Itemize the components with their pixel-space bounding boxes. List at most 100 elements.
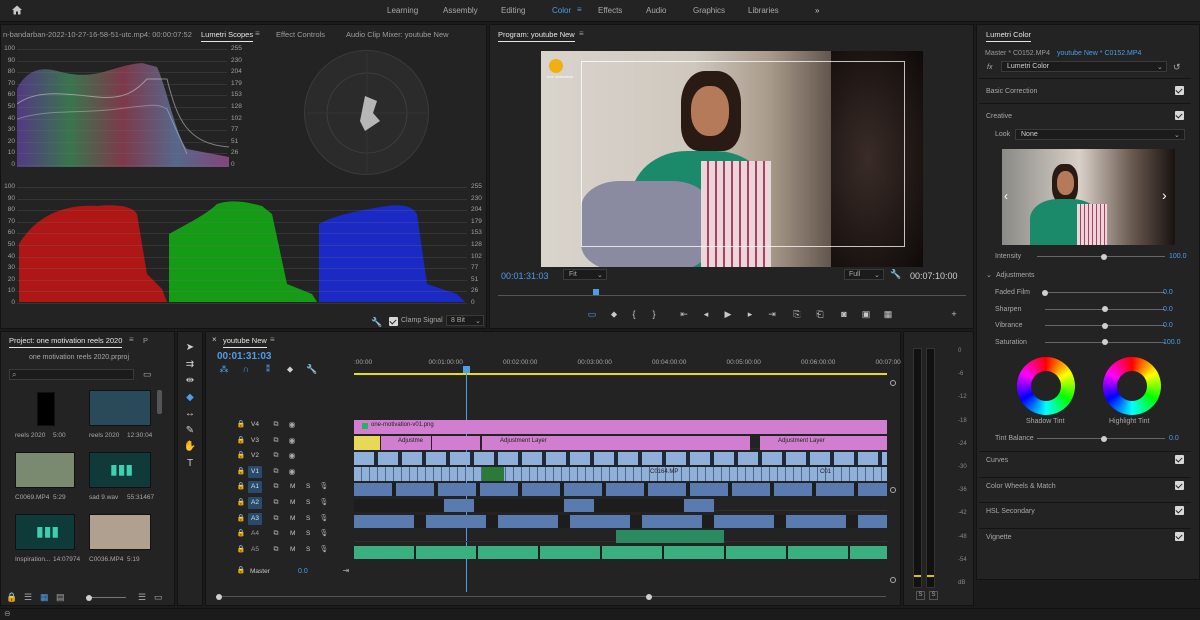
lumetri-section-checkbox[interactable] <box>1175 480 1184 490</box>
intensity-value[interactable]: 100.0 <box>1169 253 1187 260</box>
tab-effect-controls[interactable]: Effect Controls <box>276 30 325 39</box>
step-forward-icon[interactable]: ▸ <box>743 308 757 320</box>
add-button-icon[interactable]: + <box>947 308 961 320</box>
tab-source[interactable]: n-bandarban-2022-10-27-16-58-51-utc.mp4:… <box>3 30 192 39</box>
workspace-learning[interactable]: Learning <box>387 6 418 15</box>
tint-balance-slider[interactable] <box>1037 435 1165 442</box>
multicam-icon[interactable]: ▦ <box>881 308 895 320</box>
solo-button[interactable]: S <box>306 546 310 553</box>
project-search-input[interactable]: ⌕ <box>9 369 134 380</box>
sync-lock-icon[interactable]: ⧉ <box>270 513 282 525</box>
settings-wrench-icon[interactable]: 🔧 <box>305 363 319 375</box>
step-back-icon[interactable]: ◂ <box>699 308 713 320</box>
freeform-view-icon[interactable]: ▤ <box>56 591 65 603</box>
effect-select[interactable]: Lumetri Color ⌄ <box>1001 61 1167 72</box>
folder-icon[interactable]: ▭ <box>154 591 163 603</box>
workspace-effects[interactable]: Effects <box>598 6 622 15</box>
slider-knob[interactable] <box>1102 306 1108 312</box>
basic-correction-checkbox[interactable] <box>1175 86 1184 95</box>
clip-v3-yellow[interactable] <box>354 436 380 450</box>
slip-tool-icon[interactable]: ↔ <box>183 408 197 420</box>
clip-a5-strip[interactable] <box>354 546 887 559</box>
wrench-icon[interactable]: 🔧 <box>371 316 382 328</box>
project-item-thumbnail[interactable] <box>15 452 75 488</box>
track-target-button[interactable]: A3 <box>248 512 262 525</box>
eye-icon[interactable]: ◉ <box>286 466 298 478</box>
lumetri-section-header[interactable]: Color Wheels & Match <box>986 483 1056 490</box>
razor-tool-icon[interactable]: ◆ <box>183 392 197 404</box>
wrench-icon[interactable]: 🔧 <box>890 268 901 280</box>
clip-v4[interactable] <box>354 420 887 434</box>
program-scrub-bar[interactable] <box>498 295 966 296</box>
track-select-icon[interactable]: ⇉ <box>183 359 197 371</box>
track-target-button[interactable]: A5 <box>248 544 262 556</box>
solo-button[interactable]: S <box>306 499 310 506</box>
playhead-handle[interactable] <box>463 366 470 373</box>
panel-menu-icon[interactable]: ≡ <box>270 335 275 344</box>
master-clip-label[interactable]: Master * C0152.MP4 <box>985 50 1050 57</box>
project-item-thumbnail[interactable] <box>89 514 151 550</box>
track-lock-icon[interactable]: 🔒 <box>236 528 246 540</box>
adjustment-slider-value[interactable]: 0.0 <box>1163 289 1173 296</box>
timeline-vscroll-mid[interactable] <box>890 487 896 493</box>
eye-icon[interactable]: ◉ <box>286 435 298 447</box>
slider-knob[interactable] <box>1102 322 1108 329</box>
workspace-assembly[interactable]: Assembly <box>443 6 478 15</box>
shadow-tint-wheel[interactable] <box>1017 357 1075 415</box>
sync-lock-icon[interactable]: ⧉ <box>270 481 282 493</box>
panel-menu-icon[interactable]: ≡ <box>255 29 260 38</box>
icon-view-icon[interactable]: ▦ <box>40 591 49 603</box>
track-target-button[interactable]: V3 <box>248 435 262 447</box>
clamp-signal-checkbox[interactable] <box>389 317 398 326</box>
master-lock-icon[interactable]: 🔒 <box>236 565 246 577</box>
adjustment-slider[interactable] <box>1045 339 1165 345</box>
new-bin-icon[interactable]: ▭ <box>143 368 152 380</box>
mute-button[interactable]: M <box>290 499 295 506</box>
out-bracket-icon[interactable]: } <box>647 308 661 320</box>
track-target-button[interactable]: A1 <box>248 481 262 494</box>
zoom-select[interactable]: Fit ⌄ <box>563 269 607 280</box>
lock-icon[interactable]: 🔒 <box>6 591 17 603</box>
clip-v1-strip[interactable] <box>354 467 887 481</box>
sync-lock-icon[interactable]: ⧉ <box>270 528 282 540</box>
type-tool-icon[interactable]: T <box>183 458 197 470</box>
program-timecode[interactable]: 00:01:31:03 <box>501 271 549 281</box>
adjustment-slider-value[interactable]: 0.0 <box>1163 306 1173 313</box>
jump-to-end-icon[interactable]: ⇥ <box>340 565 352 577</box>
clip-a3-strip[interactable] <box>354 515 887 528</box>
tab-lumetri-scopes[interactable]: Lumetri Scopes <box>201 30 254 42</box>
chevron-left-icon[interactable]: ‹ <box>1004 189 1008 203</box>
compare-icon[interactable]: ▣ <box>859 308 873 320</box>
go-to-in-icon[interactable]: ⇤ <box>677 308 691 320</box>
workspace-menu-icon[interactable]: ≡ <box>577 5 582 14</box>
panel-menu-icon[interactable]: ≡ <box>579 29 584 38</box>
hand-tool-icon[interactable]: ✋ <box>183 441 197 453</box>
in-bracket-icon[interactable]: { <box>627 308 641 320</box>
workspace-graphics[interactable]: Graphics <box>693 6 725 15</box>
creative-header[interactable]: Creative <box>986 113 1012 120</box>
extract-icon[interactable]: ⎗ <box>813 308 827 320</box>
clip-a1-strip[interactable] <box>354 483 887 496</box>
sync-lock-icon[interactable]: ⧉ <box>270 450 282 462</box>
sync-lock-icon[interactable]: ⧉ <box>270 497 282 509</box>
list-view-icon[interactable]: ☰ <box>24 591 32 603</box>
mute-button[interactable]: M <box>290 483 295 490</box>
export-frame-icon[interactable]: ◙ <box>837 308 851 320</box>
mute-button[interactable]: M <box>290 515 295 522</box>
mute-button[interactable]: M <box>290 530 295 537</box>
solo-right-button[interactable]: S <box>929 591 938 600</box>
track-target-button[interactable]: V2 <box>248 450 262 462</box>
mute-button[interactable]: M <box>290 546 295 553</box>
selection-tool-icon[interactable]: ➤ <box>183 342 197 354</box>
track-lock-icon[interactable]: 🔒 <box>236 435 246 447</box>
microphone-icon[interactable]: 🎙 <box>319 513 329 525</box>
track-target-button[interactable]: A2 <box>248 497 262 509</box>
track-target-button[interactable]: V1 <box>248 465 262 478</box>
snap-icon[interactable]: ∩ <box>239 363 253 375</box>
sync-lock-icon[interactable]: ⧉ <box>270 435 282 447</box>
solo-button[interactable]: S <box>306 483 310 490</box>
track-lock-icon[interactable]: 🔒 <box>236 450 246 462</box>
resolution-select[interactable]: Full ⌄ <box>844 269 884 280</box>
timeline-sequence-tab[interactable]: youtube New <box>223 336 267 348</box>
lumetri-section-header[interactable]: Vignette <box>986 534 1012 541</box>
